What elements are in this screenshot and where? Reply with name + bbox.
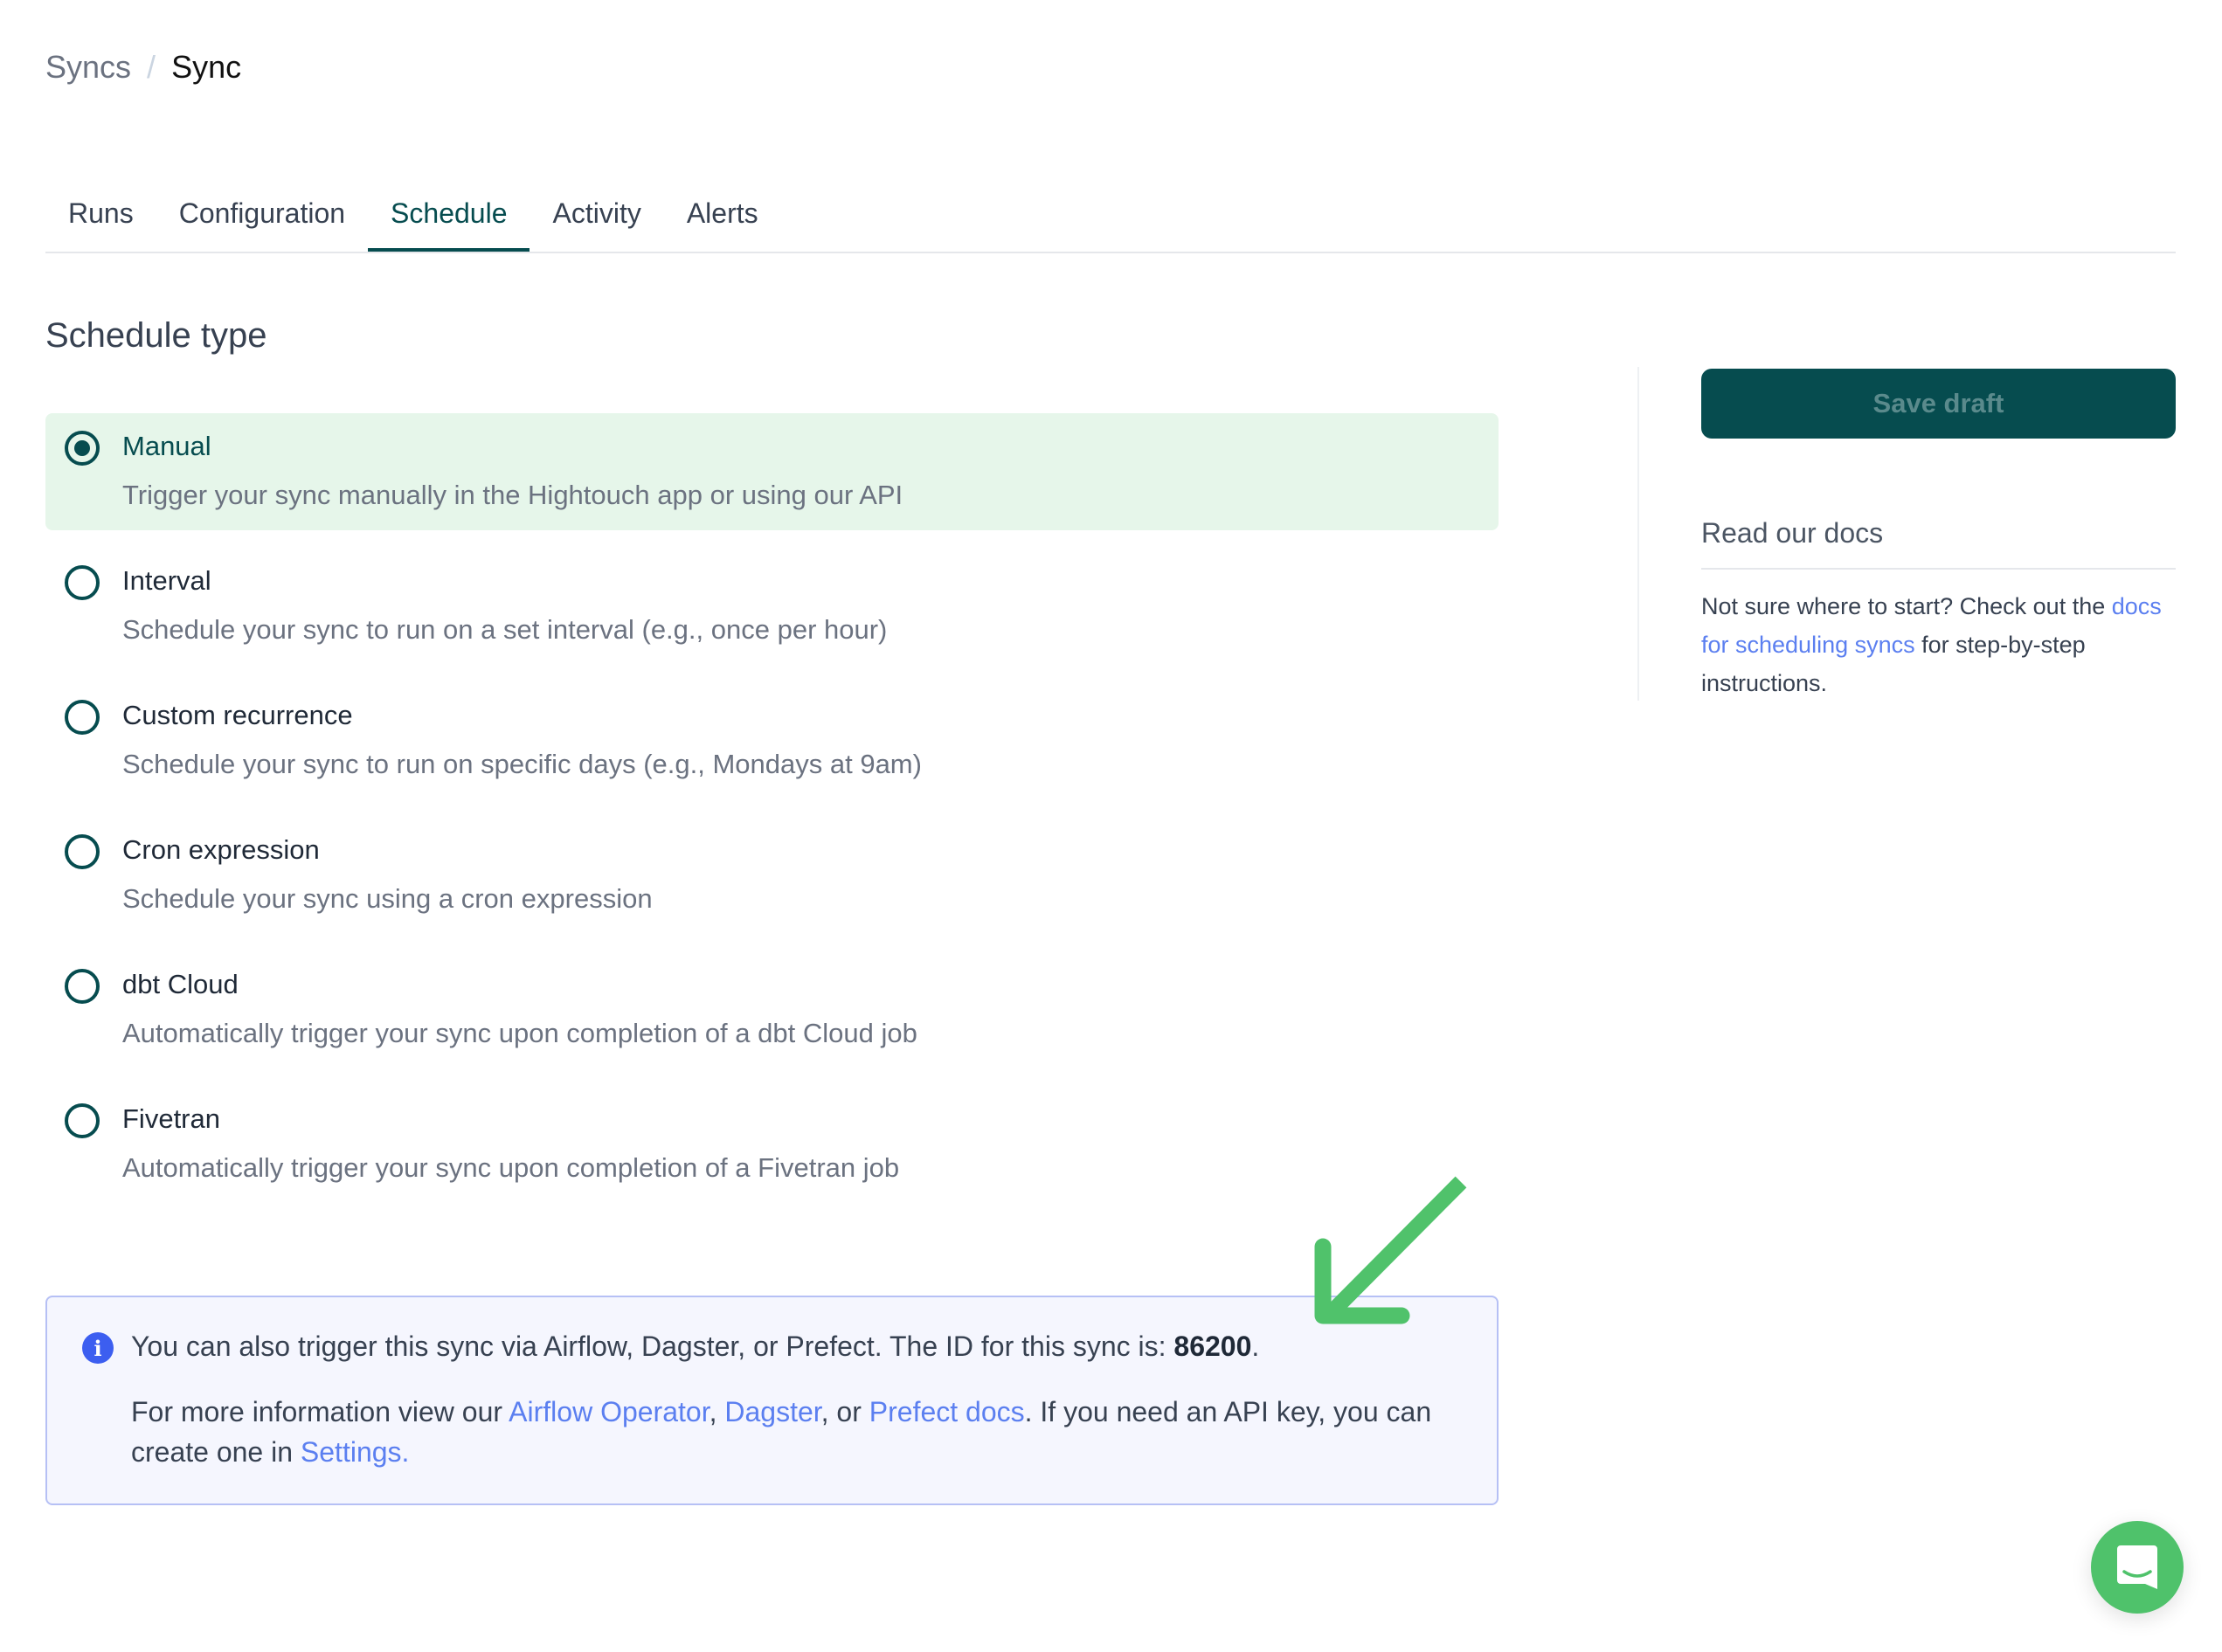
option-title: Interval — [122, 565, 211, 596]
settings-link[interactable]: Settings. — [301, 1436, 410, 1468]
tab-runs[interactable]: Runs — [45, 192, 156, 250]
option-title: Fivetran — [122, 1103, 220, 1134]
airflow-operator-link[interactable]: Airflow Operator — [509, 1396, 709, 1427]
chat-icon — [2117, 1545, 2157, 1589]
option-title: dbt Cloud — [122, 969, 239, 999]
radio-button[interactable] — [65, 1103, 100, 1138]
info-callout: i You can also trigger this sync via Air… — [45, 1296, 1499, 1505]
chat-launcher-button[interactable] — [2091, 1521, 2184, 1614]
tab-bar: Runs Configuration Schedule Activity Ale… — [45, 192, 2176, 253]
info-text: , or — [820, 1396, 869, 1427]
option-title: Manual — [122, 431, 211, 461]
info-text: , — [709, 1396, 725, 1427]
docs-help-text: Not sure where to start? Check out the d… — [1701, 587, 2191, 702]
sidebar-divider — [1637, 367, 1639, 701]
arrow-shaft — [1324, 1176, 1467, 1320]
docs-heading: Read our docs — [1701, 517, 1884, 549]
docs-text-before: Not sure where to start? Check out the — [1701, 593, 2112, 619]
radio-button-checked[interactable] — [65, 431, 100, 466]
schedule-option-dbt-cloud[interactable]: dbt Cloud Automatically trigger your syn… — [45, 951, 1499, 1068]
tab-schedule[interactable]: Schedule — [368, 192, 530, 252]
docs-divider — [1701, 568, 2176, 570]
info-text: For more information view our — [131, 1396, 509, 1427]
option-description: Schedule your sync to run on specific da… — [122, 749, 922, 779]
breadcrumb-syncs-link[interactable]: Syncs — [45, 49, 131, 86]
tab-alerts[interactable]: Alerts — [664, 192, 781, 250]
annotation-arrow-icon — [1314, 1176, 1467, 1324]
breadcrumb-separator: / — [147, 49, 156, 85]
sync-id: 86200 — [1173, 1331, 1252, 1362]
radio-button[interactable] — [65, 834, 100, 869]
breadcrumb-current: Sync — [171, 49, 242, 85]
option-description: Automatically trigger your sync upon com… — [122, 1152, 900, 1183]
prefect-docs-link[interactable]: Prefect docs — [869, 1396, 1025, 1427]
info-icon: i — [82, 1332, 114, 1364]
option-title: Cron expression — [122, 834, 320, 865]
schedule-type-heading: Schedule type — [45, 316, 267, 355]
schedule-option-custom-recurrence[interactable]: Custom recurrence Schedule your sync to … — [45, 682, 1499, 799]
schedule-option-manual[interactable]: Manual Trigger your sync manually in the… — [45, 413, 1499, 530]
option-title: Custom recurrence — [122, 700, 353, 730]
option-description: Trigger your sync manually in the Highto… — [122, 480, 903, 510]
save-draft-button[interactable]: Save draft — [1701, 369, 2176, 439]
breadcrumb: Syncs / Sync — [45, 49, 241, 86]
schedule-option-fivetran[interactable]: Fivetran Automatically trigger your sync… — [45, 1086, 1499, 1203]
radio-dot — [74, 440, 90, 456]
info-text: . — [1251, 1331, 1260, 1362]
tab-configuration[interactable]: Configuration — [156, 192, 368, 250]
schedule-option-cron-expression[interactable]: Cron expression Schedule your sync using… — [45, 817, 1499, 934]
radio-button[interactable] — [65, 700, 100, 735]
radio-button[interactable] — [65, 565, 100, 600]
dagster-link[interactable]: Dagster — [724, 1396, 820, 1427]
info-sync-id-text: You can also trigger this sync via Airfl… — [131, 1331, 1259, 1363]
option-description: Automatically trigger your sync upon com… — [122, 1018, 917, 1048]
schedule-option-interval[interactable]: Interval Schedule your sync to run on a … — [45, 548, 1499, 665]
schedule-type-radio-group: Manual Trigger your sync manually in the… — [45, 413, 1499, 1220]
info-docs-text: For more information view our Airflow Op… — [131, 1392, 1477, 1472]
tab-activity[interactable]: Activity — [530, 192, 663, 250]
option-description: Schedule your sync to run on a set inter… — [122, 614, 888, 645]
radio-button[interactable] — [65, 969, 100, 1004]
info-text: You can also trigger this sync via Airfl… — [131, 1331, 1174, 1362]
option-description: Schedule your sync using a cron expressi… — [122, 883, 653, 914]
